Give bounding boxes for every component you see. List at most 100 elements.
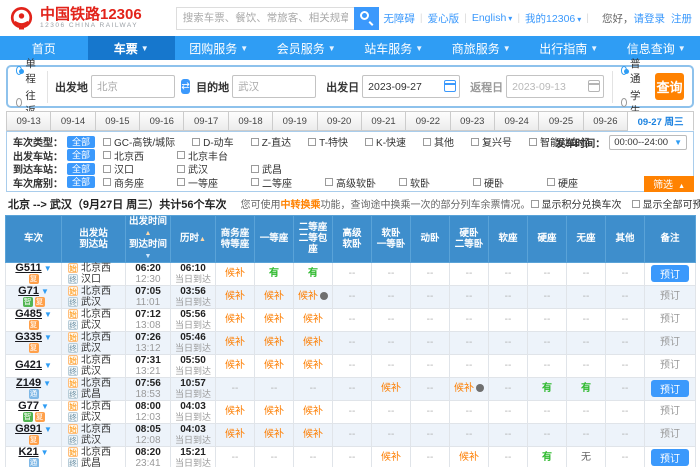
calendar-icon[interactable] — [444, 80, 456, 92]
train-list: 车次出发站到达站出发时间▲到达时间▼历时▲商务座特等座一等座二等座二等包座高级软… — [5, 215, 695, 467]
filter-option-二等座[interactable]: 二等座 — [251, 175, 325, 190]
train-link-G77[interactable]: G77 — [18, 400, 39, 412]
filter-option-其他[interactable]: 其他 — [423, 134, 454, 149]
chevron-down-icon[interactable]: ▼ — [41, 402, 49, 411]
filter-option-硬座[interactable]: 硬座 — [547, 175, 621, 190]
date-tab-09-22[interactable]: 09-22 — [406, 111, 450, 131]
chevron-down-icon[interactable]: ▼ — [41, 448, 49, 457]
chevron-down-icon[interactable]: ▼ — [43, 379, 51, 388]
chevron-down-icon[interactable]: ▼ — [44, 361, 52, 370]
date-tab-09-17[interactable]: 09-17 — [184, 111, 228, 131]
date-tab-09-18[interactable]: 09-18 — [229, 111, 273, 131]
train-link-G71[interactable]: G71 — [18, 285, 39, 297]
chevron-down-icon[interactable]: ▼ — [44, 264, 52, 273]
filter-option-商务座[interactable]: 商务座 — [103, 175, 177, 190]
train-link-G421[interactable]: G421 — [15, 359, 42, 371]
select-all-badge[interactable]: 全部 — [67, 136, 95, 148]
date-tab-active[interactable]: 09-27 周三 — [628, 111, 694, 131]
book-button[interactable]: 预订 — [651, 449, 689, 466]
query-button[interactable]: 查询 — [655, 73, 684, 100]
checkbox-icon — [177, 165, 185, 173]
search-input[interactable] — [176, 7, 354, 30]
date-tab-09-21[interactable]: 09-21 — [362, 111, 406, 131]
filter-button[interactable]: 筛选▲ — [644, 176, 694, 192]
seat-cell: -- — [372, 308, 411, 331]
top-link-2[interactable]: English▾ — [472, 12, 512, 24]
sort-desc-icon[interactable]: ▼ — [145, 253, 152, 260]
station-name: 北京西 — [81, 424, 111, 435]
start-station-icon: 始 — [68, 355, 78, 365]
passenger-type-普通[interactable]: 普通 — [621, 56, 644, 86]
register-link[interactable]: 注册 — [671, 11, 692, 26]
train-link-G511[interactable]: G511 — [15, 262, 41, 274]
select-all-badge[interactable]: 全部 — [67, 176, 95, 188]
from-station-input[interactable] — [91, 75, 175, 98]
train-link-K21[interactable]: K21 — [18, 446, 38, 458]
arr-station: 终武昌 — [63, 458, 124, 467]
swap-stations-icon[interactable]: ⇄ — [181, 79, 190, 94]
display-option-显示全部可预订车次[interactable]: 显示全部可预订车次 — [632, 196, 700, 211]
nav-item-商旅服务[interactable]: 商旅服务▼ — [438, 36, 526, 60]
date-tab-09-19[interactable]: 09-19 — [273, 111, 317, 131]
date-tab-09-23[interactable]: 09-23 — [451, 111, 495, 131]
login-link[interactable]: 请登录 — [634, 11, 666, 26]
select-all-badge[interactable]: 全部 — [67, 163, 95, 175]
date-tab-09-25[interactable]: 09-25 — [539, 111, 583, 131]
train-link-G891[interactable]: G891 — [15, 423, 42, 435]
checkbox-icon — [547, 178, 555, 186]
book-button[interactable]: 预订 — [651, 265, 689, 282]
search-button[interactable] — [354, 7, 379, 30]
select-all-badge[interactable]: 全部 — [67, 149, 95, 161]
link-separator: | — [464, 12, 467, 24]
depart-date-label: 出发日 — [326, 79, 359, 95]
filter-option-硬卧[interactable]: 硬卧 — [473, 175, 547, 190]
train-link-Z149[interactable]: Z149 — [16, 377, 41, 389]
display-option-显示积分兑换车次[interactable]: 显示积分兑换车次 — [531, 196, 622, 211]
filter-option-软卧[interactable]: 软卧 — [399, 175, 473, 190]
date-tab-09-14[interactable]: 09-14 — [51, 111, 95, 131]
nav-item-会员服务[interactable]: 会员服务▼ — [263, 36, 351, 60]
duration-cell: 05:56当日到达 — [171, 308, 216, 331]
action-cell: 预订 — [645, 354, 696, 377]
nav-item-团购服务[interactable]: 团购服务▼ — [175, 36, 263, 60]
depart-time-select[interactable]: 00:00--24:00▼ — [609, 135, 687, 150]
date-tab-09-13[interactable]: 09-13 — [6, 111, 51, 131]
checkbox-icon — [423, 138, 431, 146]
to-station-input[interactable] — [232, 75, 316, 98]
chevron-down-icon[interactable]: ▼ — [41, 287, 49, 296]
train-link-G335[interactable]: G335 — [15, 331, 42, 343]
date-tab-09-26[interactable]: 09-26 — [584, 111, 628, 131]
transfer-link[interactable]: 中转换乘 — [281, 200, 321, 211]
trip-type-单程[interactable]: 单程 — [16, 56, 39, 86]
date-tab-09-24[interactable]: 09-24 — [495, 111, 539, 131]
sort-asc-icon[interactable]: ▲ — [199, 236, 206, 243]
duration: 05:46 — [172, 332, 214, 343]
date-tab-09-20[interactable]: 09-20 — [318, 111, 362, 131]
filter-option-复兴号[interactable]: 复兴号 — [471, 134, 512, 149]
seat-value: 候补 — [225, 360, 245, 371]
top-link-1[interactable]: 爱心版 — [428, 11, 460, 26]
filter-option-Z-直达[interactable]: Z-直达 — [251, 134, 291, 149]
filter-option-一等座[interactable]: 一等座 — [177, 175, 251, 190]
filter-option-高级软卧[interactable]: 高级软卧 — [325, 175, 399, 190]
train-link-G485[interactable]: G485 — [15, 308, 42, 320]
top-link-3[interactable]: 我的12306▾ — [525, 11, 581, 26]
chevron-down-icon[interactable]: ▼ — [44, 333, 52, 342]
filter-option-T-特快[interactable]: T-特快 — [308, 134, 348, 149]
nav-item-车票[interactable]: 车票▼ — [88, 36, 176, 60]
sort-asc-icon[interactable]: ▲ — [145, 230, 152, 237]
nav-item-站车服务[interactable]: 站车服务▼ — [350, 36, 438, 60]
date-tab-09-15[interactable]: 09-15 — [96, 111, 140, 131]
nav-item-首页[interactable]: 首页 — [0, 36, 88, 60]
col-header-出发时间到达时间[interactable]: 出发时间▲到达时间▼ — [126, 215, 171, 262]
filter-option-K-快速[interactable]: K-快速 — [365, 134, 406, 149]
top-link-0[interactable]: 无障碍 — [383, 11, 415, 26]
chevron-down-icon[interactable]: ▼ — [44, 310, 52, 319]
date-tab-09-16[interactable]: 09-16 — [140, 111, 184, 131]
chevron-down-icon[interactable]: ▼ — [44, 425, 52, 434]
nav-item-出行指南[interactable]: 出行指南▼ — [525, 36, 613, 60]
book-button[interactable]: 预订 — [651, 380, 689, 397]
table-row: G421▼始北京西终武汉07:3113:2105:50当日到达候补候补候补---… — [6, 354, 696, 377]
duration-cell: 04:03当日到达 — [171, 423, 216, 446]
col-header-历时[interactable]: 历时▲ — [171, 215, 216, 262]
